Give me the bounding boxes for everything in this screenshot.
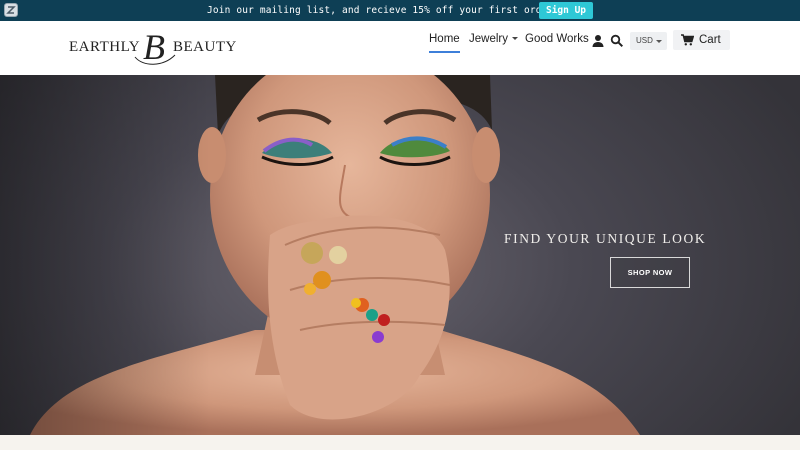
nav-jewelry[interactable]: Jewelry <box>469 33 518 45</box>
cart-label: Cart <box>699 34 721 46</box>
site-header: EARTHLY B BEAUTY Home Jewelry Good Works… <box>0 21 800 75</box>
shop-now-button[interactable]: SHOP NOW <box>610 257 690 288</box>
nav-home-label: Home <box>429 33 460 45</box>
logo-monogram-letter: B <box>143 27 165 67</box>
search-icon[interactable] <box>610 34 624 48</box>
user-icon[interactable] <box>591 34 605 48</box>
app-badge-icon[interactable] <box>4 3 18 17</box>
logo-monogram: B <box>134 27 176 67</box>
currency-selector[interactable]: USD <box>630 32 667 50</box>
chevron-down-icon <box>656 40 662 43</box>
hero-model-image <box>0 75 640 435</box>
nav-good-works[interactable]: Good Works <box>525 33 589 45</box>
announcement-message: Join our mailing list, and recieve 15% o… <box>207 5 560 16</box>
cart-icon <box>681 34 694 46</box>
section-divider <box>0 435 800 450</box>
site-logo[interactable]: EARTHLY B BEAUTY <box>69 27 236 69</box>
nav-good-works-label: Good Works <box>525 33 589 45</box>
hero-headline: FIND YOUR UNIQUE LOOK <box>504 231 707 246</box>
nav-active-underline <box>429 51 460 53</box>
announcement-bar: Join our mailing list, and recieve 15% o… <box>0 0 800 21</box>
hero-banner: FIND YOUR UNIQUE LOOK SHOP NOW <box>0 75 800 435</box>
nav-jewelry-label: Jewelry <box>469 33 508 45</box>
nav-home[interactable]: Home <box>429 33 460 53</box>
currency-value: USD <box>636 36 653 45</box>
logo-right-word: BEAUTY <box>173 39 237 55</box>
logo-left-word: EARTHLY <box>69 39 141 55</box>
cart-button[interactable]: Cart <box>673 30 730 50</box>
chevron-down-icon <box>511 37 518 41</box>
signup-button[interactable]: Sign Up <box>539 2 593 19</box>
